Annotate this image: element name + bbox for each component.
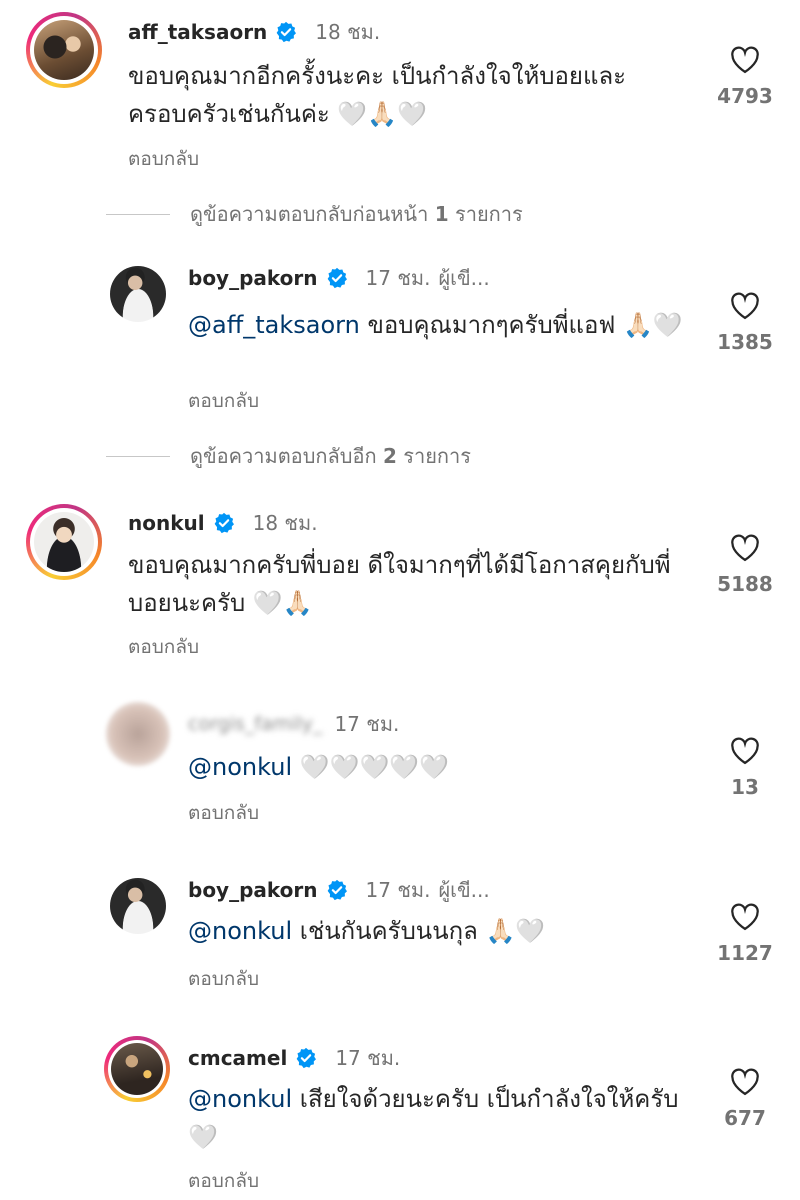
mention-link[interactable]: @nonkul (188, 917, 292, 945)
view-previous-replies-button[interactable]: ดูข้อความตอบกลับก่อนหน้า 1 รายการ (106, 198, 523, 230)
thread-suffix: รายการ (403, 444, 471, 468)
reply-button[interactable]: ตอบกลับ (128, 144, 199, 174)
thread-label: ดูข้อความตอบกลับอีก (190, 444, 377, 468)
reply-button[interactable]: ตอบกลับ (188, 1166, 259, 1196)
mention-link[interactable]: @aff_taksaorn (188, 311, 360, 339)
like-count: 4793 (717, 84, 773, 108)
comment-body: ขอบคุณมากๆครับพี่แอฟ 🙏🏻🤍 (359, 311, 683, 339)
heart-outline-icon (731, 534, 759, 562)
mention-link[interactable]: @nonkul (188, 753, 292, 781)
thread-count: 2 (382, 444, 397, 468)
reply-button[interactable]: ตอบกลับ (128, 632, 199, 662)
like-count: 5188 (717, 572, 773, 596)
comment-text: ขอบคุณมากอีกครั้งนะคะ เป็นกำลังใจให้บอยแ… (128, 62, 627, 128)
like-count: 13 (731, 775, 759, 799)
avatar[interactable] (26, 504, 102, 580)
comment-username[interactable]: corgis_family_ (188, 713, 322, 735)
comment-text: @nonkul 🤍🤍🤍🤍🤍 (188, 748, 698, 786)
heart-outline-icon (731, 46, 759, 74)
comment-time: 17 ชม. (335, 1046, 401, 1070)
heart-outline-icon (731, 1068, 759, 1096)
mention-link[interactable]: @nonkul (188, 1085, 292, 1113)
comment-body: 🤍🤍🤍🤍🤍 (292, 753, 450, 781)
like-count: 677 (724, 1106, 766, 1130)
avatar[interactable] (26, 12, 102, 88)
verified-badge-icon (327, 879, 347, 901)
comment-username[interactable]: nonkul (128, 511, 205, 535)
author-label: ผู้เขี... (438, 878, 490, 902)
comment-username[interactable]: aff_taksaorn (128, 20, 267, 44)
comments-list: aff_taksaorn 18 ชม. ขอบคุณมากอีกครั้งนะค… (0, 0, 800, 1200)
heart-outline-icon (731, 903, 759, 931)
divider-line (106, 455, 170, 457)
like-button[interactable]: 1127 (710, 903, 780, 965)
like-count: 1385 (717, 330, 773, 354)
like-button[interactable]: 5188 (710, 534, 780, 596)
reply-button[interactable]: ตอบกลับ (188, 386, 259, 416)
author-label: ผู้เขี... (438, 266, 490, 290)
comment-time: 18 ชม. (252, 511, 318, 535)
thread-count: 1 (434, 202, 449, 226)
comment-text: @aff_taksaorn ขอบคุณมากๆครับพี่แอฟ 🙏🏻🤍 (188, 306, 698, 344)
verified-badge-icon (327, 267, 347, 289)
heart-outline-icon (731, 737, 759, 765)
comment-text: @nonkul เช่นกันครับนนกุล 🙏🏻🤍 (188, 912, 698, 950)
verified-badge-icon (214, 512, 234, 534)
thread-suffix: รายการ (454, 202, 523, 226)
comment-time: 18 ชม. (315, 20, 381, 44)
avatar[interactable] (104, 1036, 170, 1102)
thread-label: ดูข้อความตอบกลับก่อนหน้า (190, 202, 429, 226)
comment-username[interactable]: boy_pakorn (188, 878, 318, 902)
like-button[interactable]: 13 (710, 737, 780, 799)
avatar[interactable] (110, 266, 166, 322)
heart-outline-icon (731, 292, 759, 320)
avatar[interactable] (110, 878, 166, 934)
reply-button[interactable]: ตอบกลับ (188, 798, 259, 828)
comment-time: 17 ชม. (365, 878, 431, 902)
comment-text: @nonkul เสียใจด้วยนะครับ เป็นกำลังใจให้ค… (188, 1080, 688, 1156)
like-count: 1127 (717, 941, 773, 965)
avatar[interactable] (106, 702, 170, 766)
like-button[interactable]: 4793 (710, 46, 780, 108)
comment-username[interactable]: cmcamel (188, 1046, 287, 1070)
verified-badge-icon (296, 1047, 317, 1069)
comment-body: เช่นกันครับนนกุล 🙏🏻🤍 (292, 917, 546, 945)
divider-line (106, 213, 170, 215)
like-button[interactable]: 677 (710, 1068, 780, 1130)
comment-time: 17 ชม. (334, 712, 400, 736)
reply-button[interactable]: ตอบกลับ (188, 964, 259, 994)
comment-username[interactable]: boy_pakorn (188, 266, 318, 290)
comment-time: 17 ชม. (365, 266, 431, 290)
comment-text: ขอบคุณมากครับพี่บอย ดีใจมากๆที่ได้มีโอกา… (128, 551, 671, 617)
view-more-replies-button[interactable]: ดูข้อความตอบกลับอีก 2 รายการ (106, 440, 471, 472)
verified-badge-icon (276, 21, 297, 43)
like-button[interactable]: 1385 (710, 292, 780, 354)
